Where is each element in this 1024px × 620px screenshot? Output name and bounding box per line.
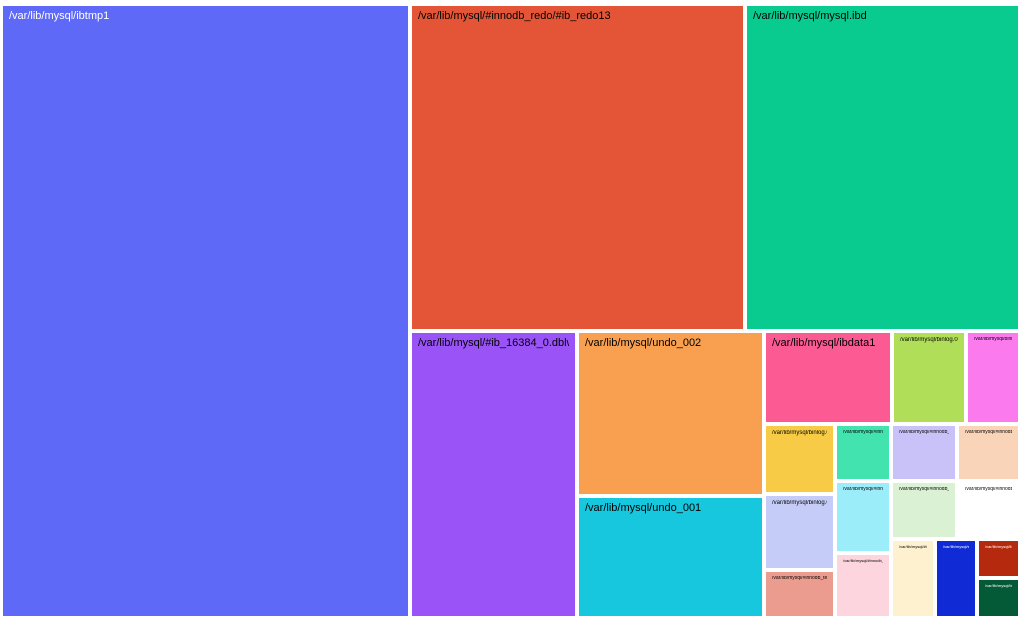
- cell-ibbuffer: /var/lib/mysql/ib_buffer_pool: [978, 540, 1019, 577]
- cell-temptmp-6: /var/lib/mysql/#innodb_temp/temp_6.ibt: [892, 482, 956, 538]
- cell-temptmp-1: /var/lib/mysql/#innodb_temp/temp_1.ibt: [765, 571, 834, 617]
- cell-ibdata1-label: /var/lib/mysql/ibdata1: [772, 337, 884, 349]
- cell-temptmp-7: /var/lib/mysql/#innodb_temp/temp_7.ibt: [958, 482, 1019, 538]
- cell-binlog-039: /var/lib/mysql/binlog.000039: [967, 332, 1019, 423]
- cell-temptmp-5: /var/lib/mysql/#innodb_temp/temp_5.ibt: [836, 482, 890, 552]
- cell-temptmp-3: /var/lib/mysql/#innodb_temp/temp_3.ibt: [892, 425, 956, 480]
- cell-ibbuffer-label: /var/lib/mysql/ib_buffer_pool: [985, 545, 1012, 549]
- cell-temptmp-1-label: /var/lib/mysql/#innodb_temp/temp_1.ibt: [772, 576, 827, 582]
- cell-sys1-label: /var/lib/mysql/sys/sys_config.ibd: [943, 545, 969, 549]
- cell-temptmp-6-label: /var/lib/mysql/#innodb_temp/temp_6.ibt: [899, 487, 949, 493]
- cell-undo-002-label: /var/lib/mysql/undo_002: [585, 337, 756, 349]
- cell-sys1: /var/lib/mysql/sys/sys_config.ibd: [936, 540, 976, 617]
- cell-ibtmp1-label: /var/lib/mysql/ibtmp1: [9, 10, 402, 22]
- cell-temptmp-7-label: /var/lib/mysql/#innodb_temp/temp_7.ibt: [965, 487, 1012, 493]
- cell-binlog-040: /var/lib/mysql/binlog.000040: [765, 425, 834, 493]
- cell-ib-16384: /var/lib/mysql/#ib_16384_0.dblwr: [411, 332, 576, 617]
- cell-temptmp-4: /var/lib/mysql/#innodb_temp/temp_4.ibt: [958, 425, 1019, 480]
- cell-temptmp-2-label: /var/lib/mysql/#innodb_temp/temp_2.ibt: [843, 430, 883, 436]
- cell-temptmp-9-label: /var/lib/mysql/#innodb_temp/temp_9.ibt: [899, 545, 927, 549]
- cell-binlog-038-label: /var/lib/mysql/binlog.000038: [900, 337, 958, 344]
- cell-binlog-042: /var/lib/mysql/binlog.000042: [978, 579, 1019, 617]
- cell-mysql-ibd-label: /var/lib/mysql/mysql.ibd: [753, 10, 1012, 22]
- cell-ibtmp1: /var/lib/mysql/ibtmp1: [2, 5, 409, 617]
- cell-undo-001: /var/lib/mysql/undo_001: [578, 497, 763, 617]
- cell-ib-redo13-label: /var/lib/mysql/#innodb_redo/#ib_redo13: [418, 10, 737, 22]
- cell-binlog-040-label: /var/lib/mysql/binlog.000040: [772, 430, 827, 437]
- cell-temptmp-5-label: /var/lib/mysql/#innodb_temp/temp_5.ibt: [843, 487, 883, 493]
- cell-binlog-041-label: /var/lib/mysql/binlog.000041: [772, 500, 827, 507]
- cell-binlog-038: /var/lib/mysql/binlog.000038: [893, 332, 965, 423]
- treemap-chart: /var/lib/mysql/ibtmp1/var/lib/mysql/#inn…: [0, 0, 1024, 620]
- cell-temptmp-8-label: /var/lib/mysql/#innodb_temp/temp_8.ibt: [843, 559, 883, 563]
- cell-binlog-042-label: /var/lib/mysql/binlog.000042: [985, 584, 1012, 588]
- cell-ibdata1: /var/lib/mysql/ibdata1: [765, 332, 891, 423]
- cell-ib-redo13: /var/lib/mysql/#innodb_redo/#ib_redo13: [411, 5, 744, 330]
- cell-undo-001-label: /var/lib/mysql/undo_001: [585, 502, 756, 514]
- cell-mysql-ibd: /var/lib/mysql/mysql.ibd: [746, 5, 1019, 330]
- cell-temptmp-3-label: /var/lib/mysql/#innodb_temp/temp_3.ibt: [899, 430, 949, 436]
- cell-undo-002: /var/lib/mysql/undo_002: [578, 332, 763, 495]
- cell-temptmp-8: /var/lib/mysql/#innodb_temp/temp_8.ibt: [836, 554, 890, 617]
- cell-temptmp-4-label: /var/lib/mysql/#innodb_temp/temp_4.ibt: [965, 430, 1012, 436]
- cell-temptmp-2: /var/lib/mysql/#innodb_temp/temp_2.ibt: [836, 425, 890, 480]
- cell-binlog-041: /var/lib/mysql/binlog.000041: [765, 495, 834, 569]
- cell-ib-16384-label: /var/lib/mysql/#ib_16384_0.dblwr: [418, 337, 569, 349]
- cell-temptmp-9: /var/lib/mysql/#innodb_temp/temp_9.ibt: [892, 540, 934, 617]
- cell-binlog-039-label: /var/lib/mysql/binlog.000039: [974, 337, 1012, 343]
